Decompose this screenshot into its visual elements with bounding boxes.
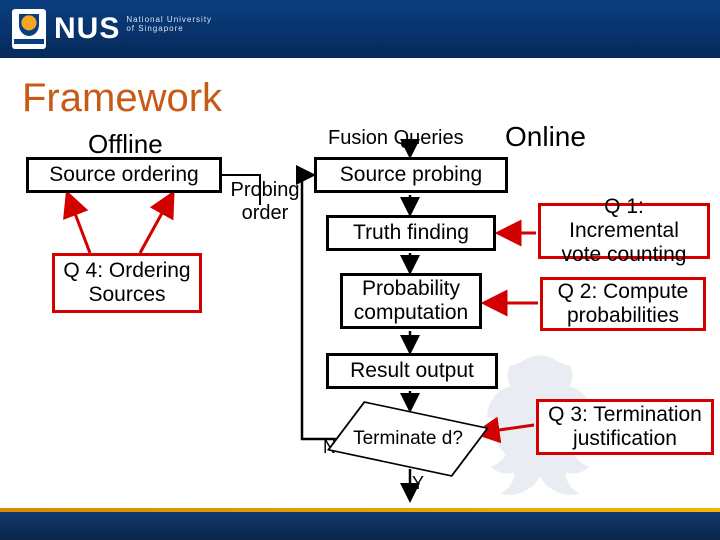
label-y: Y [412, 473, 424, 494]
box-source-probing: Source probing [314, 157, 508, 193]
decision-terminate: Terminate d? [344, 405, 472, 473]
label-fusion-queries: Fusion Queries [328, 127, 464, 150]
callout-q2: Q 2: Compute probabilities [540, 277, 706, 331]
box-source-ordering: Source ordering [26, 157, 222, 193]
footer-bar [0, 512, 720, 540]
nus-logo-badge [12, 9, 46, 49]
brand-subtitle: National University of Singapore [126, 16, 212, 34]
logo-bar-icon [14, 39, 44, 44]
diagram-stage: Offline Online Fusion Queries Probing or… [0, 121, 720, 540]
box-result-output: Result output [326, 353, 498, 389]
label-offline: Offline [88, 129, 163, 160]
box-truth-finding: Truth finding [326, 215, 496, 251]
callout-q3: Q 3: Termination justification [536, 399, 714, 455]
box-probability-computation: Probability computation [340, 273, 482, 329]
brand-block: NUS National University of Singapore [54, 12, 212, 46]
label-online: Online [505, 121, 586, 153]
shield-icon [19, 14, 39, 36]
brand-name: NUS [54, 12, 120, 46]
app-header: NUS National University of Singapore [0, 0, 720, 58]
callout-q4: Q 4: Ordering Sources [52, 253, 202, 313]
callout-q1: Q 1: Incremental vote counting [538, 203, 710, 259]
slide-title: Framework [22, 76, 720, 121]
label-probing-order: Probing order [230, 179, 300, 225]
